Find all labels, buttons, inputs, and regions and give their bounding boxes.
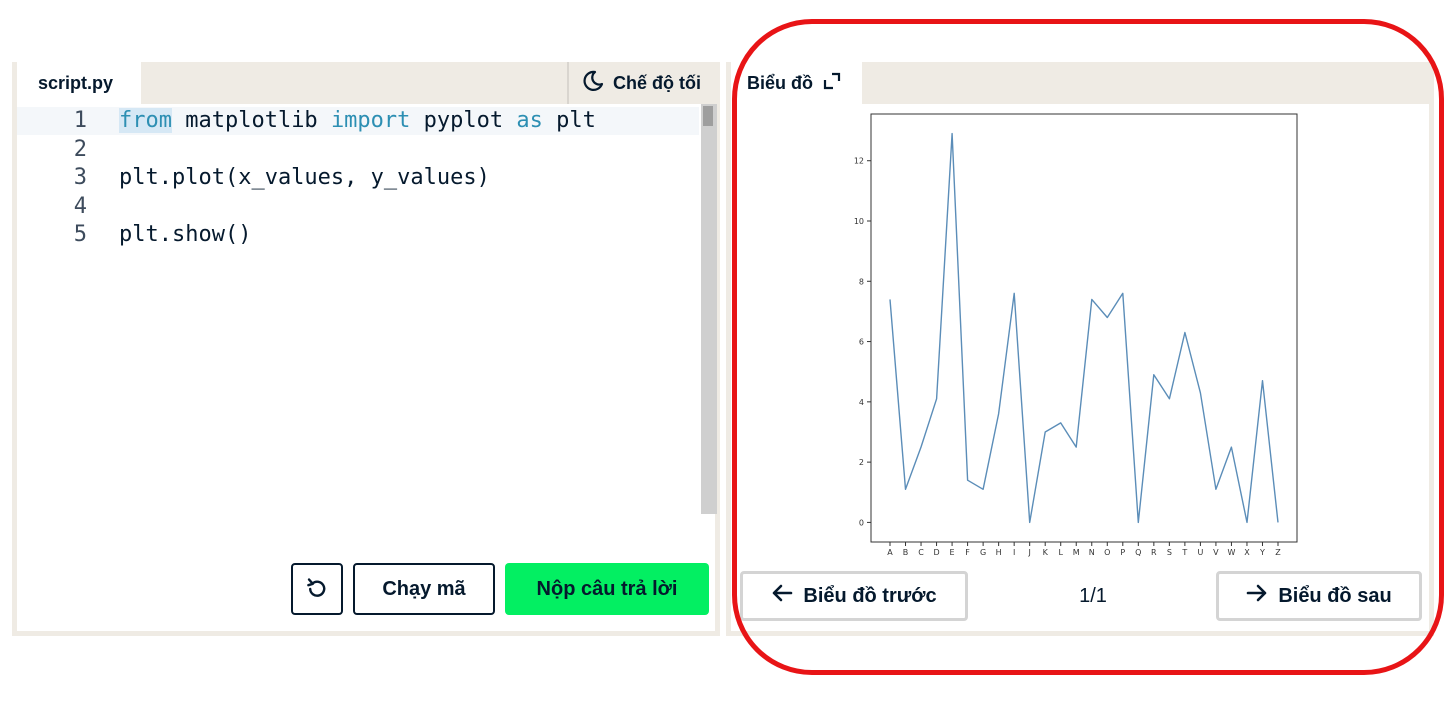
expand-icon[interactable]: [823, 72, 841, 95]
y-tick-label: 2: [859, 458, 864, 467]
previous-plot-button[interactable]: Biểu đồ trước: [740, 571, 968, 621]
plot-frame: [870, 113, 1298, 543]
x-tick-label: Y: [1259, 548, 1265, 557]
x-tick-label: H: [996, 548, 1002, 557]
dark-mode-label: Chế độ tối: [613, 72, 701, 93]
x-tick-label: Q: [1135, 548, 1141, 557]
x-tick-label: N: [1089, 548, 1095, 557]
x-tick-label: F: [965, 548, 970, 557]
line-number: 3: [73, 165, 87, 191]
run-code-button[interactable]: Chạy mã: [353, 563, 495, 615]
x-tick-label: L: [1058, 548, 1063, 557]
run-code-label: Chạy mã: [382, 577, 466, 600]
line-number: 5: [73, 222, 87, 248]
arrow-right-icon: [1246, 583, 1268, 609]
x-tick-label: K: [1043, 548, 1049, 557]
tab-plots-label: Biểu đồ: [747, 72, 813, 93]
code-line[interactable]: 3 plt.plot(x_values, y_values): [17, 164, 699, 192]
next-plot-label: Biểu đồ sau: [1278, 584, 1392, 607]
x-tick-label: X: [1244, 548, 1250, 557]
arrow-left-icon: [771, 583, 793, 609]
dark-mode-button[interactable]: Chế độ tối: [567, 62, 715, 104]
previous-plot-label: Biểu đồ trước: [803, 584, 937, 607]
code-text: plt.plot(x_values, y_values): [119, 165, 490, 191]
submit-answer-button[interactable]: Nộp câu trả lời: [505, 563, 709, 615]
y-tick-label: 12: [854, 157, 864, 166]
x-tick-label: O: [1104, 548, 1110, 557]
editor-panel: script.py Chế độ tối 1 from matplotlib im…: [12, 62, 720, 636]
submit-answer-label: Nộp câu trả lời: [536, 577, 678, 600]
x-tick-label: T: [1181, 548, 1187, 557]
x-tick-label: U: [1197, 548, 1203, 557]
moon-icon: [581, 69, 605, 98]
editor-scrollbar[interactable]: [701, 104, 717, 514]
y-tick-label: 8: [859, 277, 864, 286]
plot-chart: 0 2 4 6 8 10 12 A B C D E F G H I J K L M N O P Q R S T U V W X Y Z: [854, 113, 1298, 557]
line-number: 4: [73, 193, 87, 219]
x-tick-label: P: [1120, 548, 1125, 557]
x-tick-label: S: [1167, 548, 1172, 557]
line-number: 1: [73, 108, 87, 133]
x-tick-label: B: [903, 548, 909, 557]
x-tick-label: D: [933, 548, 939, 557]
plots-panel: Biểu đồ 0 2 4 6 8 10 12 A B C D E F G H I J K L M N O P Q R S T U V W…: [726, 62, 1434, 636]
code-editor[interactable]: 1 from matplotlib import pyplot as plt 2 3 p…: [17, 104, 699, 524]
next-plot-button[interactable]: Biểu đồ sau: [1216, 571, 1422, 621]
code-text: from matplotlib import pyplot as plt: [119, 108, 596, 133]
x-tick-label: C: [918, 548, 924, 557]
x-tick-label: V: [1213, 548, 1219, 557]
undo-icon: [305, 575, 329, 604]
code-line[interactable]: 5 plt.show(): [17, 221, 699, 249]
tab-script-py[interactable]: script.py: [17, 62, 141, 104]
code-line[interactable]: 2: [17, 136, 699, 164]
x-tick-label: W: [1227, 548, 1235, 557]
code-line[interactable]: 4: [17, 193, 699, 221]
line-number: 2: [73, 136, 87, 162]
x-tick-label: Z: [1275, 548, 1281, 557]
x-tick-label: R: [1151, 548, 1157, 557]
y-tick-label: 6: [859, 338, 864, 347]
y-tick-label: 0: [859, 518, 864, 527]
plots-tabbar: Biểu đồ: [731, 62, 1429, 104]
y-tick-label: 10: [854, 217, 864, 226]
plot-page-indicator: 1/1: [1079, 584, 1107, 607]
x-tick-label: I: [1013, 548, 1015, 557]
x-tick-label: A: [887, 548, 893, 557]
x-tick-label: G: [980, 548, 986, 557]
code-line[interactable]: 1 from matplotlib import pyplot as plt: [17, 107, 699, 135]
tab-plots[interactable]: Biểu đồ: [731, 62, 862, 104]
reset-code-button[interactable]: [291, 563, 343, 615]
editor-scrollbar-thumb[interactable]: [703, 106, 713, 126]
x-tick-label: J: [1028, 548, 1031, 557]
x-tick-label: M: [1073, 548, 1080, 557]
code-text: plt.show(): [119, 222, 252, 248]
y-tick-label: 4: [859, 398, 864, 407]
tab-script-label: script.py: [38, 72, 114, 93]
editor-tabbar: script.py Chế độ tối: [17, 62, 715, 104]
x-tick-label: E: [950, 548, 955, 557]
